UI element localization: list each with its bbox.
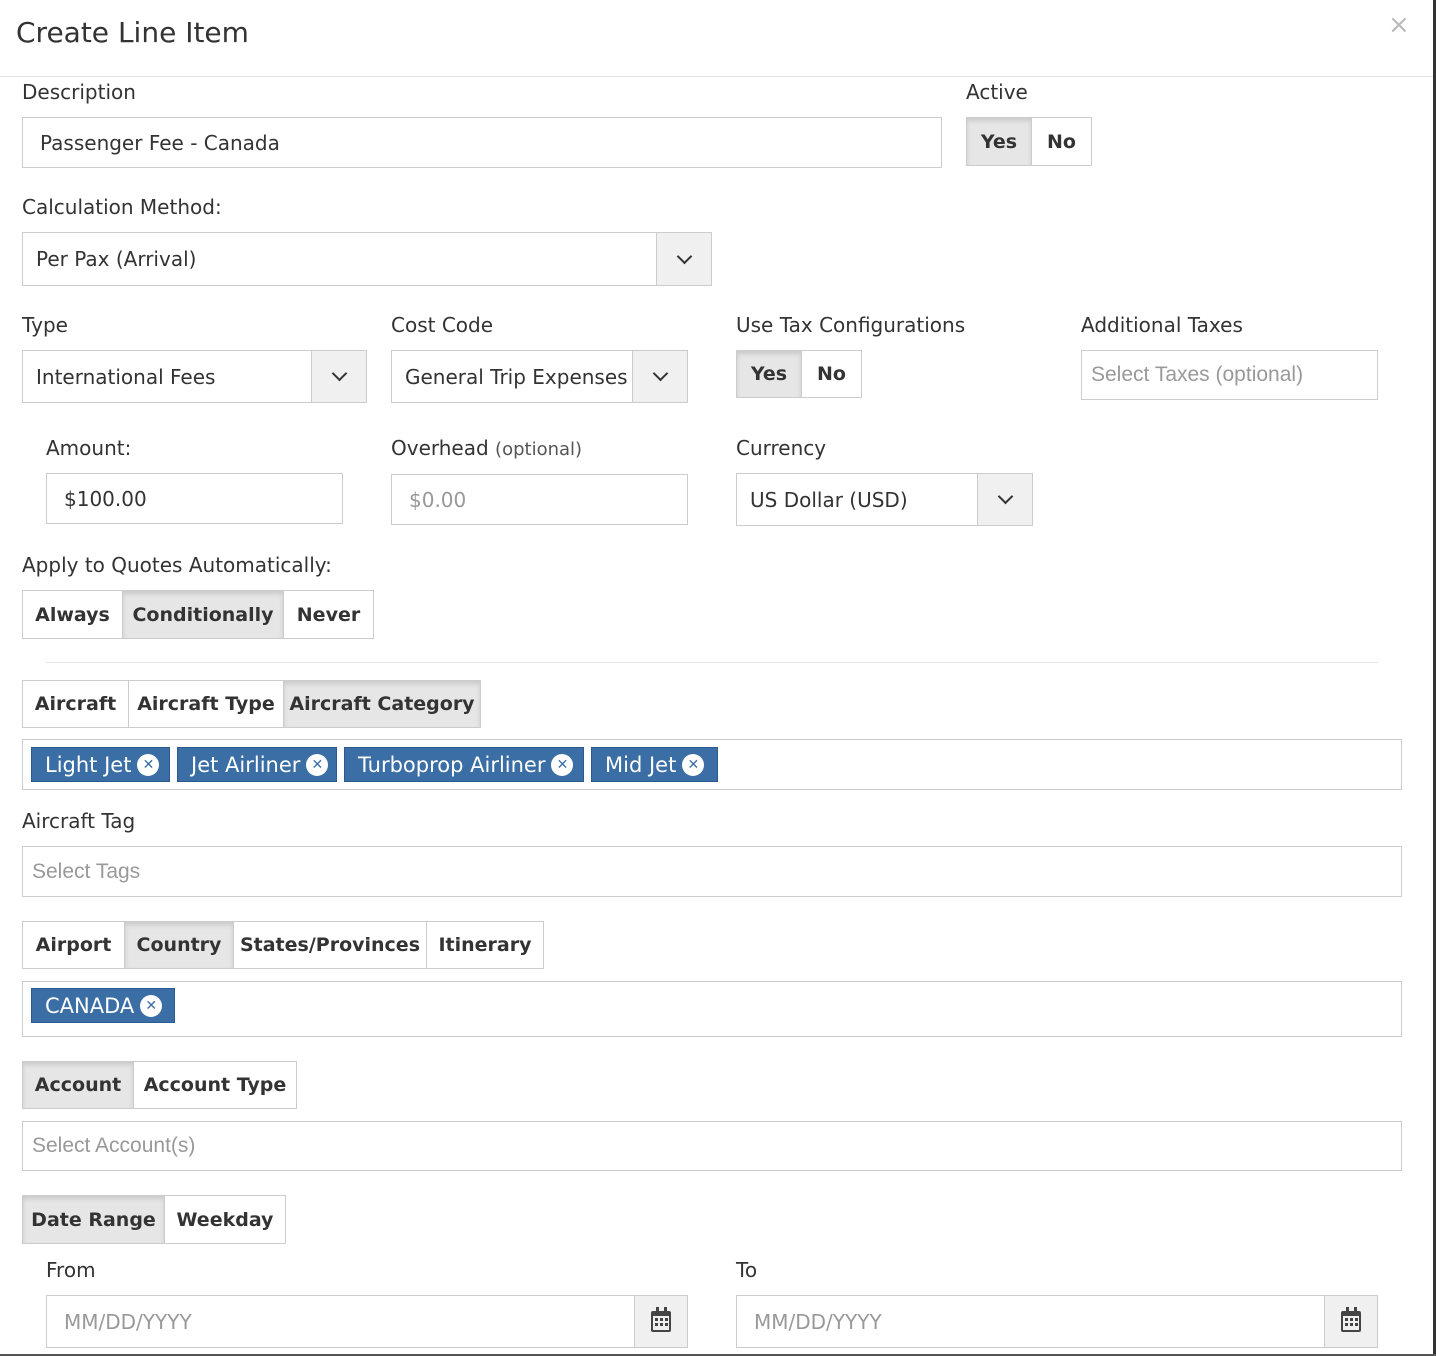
remove-tag-icon[interactable]: ✕ <box>551 753 574 776</box>
use-tax-label: Use Tax Configurations <box>736 313 966 337</box>
country-multiselect[interactable]: CANADA ✕ <box>22 981 1402 1037</box>
remove-tag-icon[interactable]: ✕ <box>682 753 705 776</box>
tab-aircraft-category[interactable]: Aircraft Category <box>284 681 480 727</box>
use-tax-yes-button[interactable]: Yes <box>737 351 802 397</box>
tab-itinerary[interactable]: Itinerary <box>427 922 543 968</box>
use-tax-no-button[interactable]: No <box>802 351 861 397</box>
type-select[interactable]: International Fees <box>22 350 367 403</box>
modal-title: Create Line Item <box>16 16 249 49</box>
type-value: International Fees <box>36 364 216 389</box>
cost-code-select[interactable]: General Trip Expenses <box>391 350 688 403</box>
tag-label: Jet Airliner <box>191 752 301 777</box>
apply-quotes-toggle: Always Conditionally Never <box>22 590 374 639</box>
chevron-down-icon[interactable] <box>977 474 1032 525</box>
tag-jet-airliner: Jet Airliner ✕ <box>177 747 337 782</box>
description-label: Description <box>22 80 136 104</box>
chevron-down-icon[interactable] <box>632 351 687 402</box>
currency-value: US Dollar (USD) <box>750 487 908 512</box>
tab-states-provinces[interactable]: States/Provinces <box>234 922 427 968</box>
amount-label: Amount: <box>46 436 132 460</box>
active-no-button[interactable]: No <box>1032 118 1091 165</box>
amount-input[interactable]: $100.00 <box>46 473 343 524</box>
tag-label: CANADA <box>45 993 135 1018</box>
aircraft-tag-input[interactable]: Select Tags <box>22 846 1402 897</box>
to-date-input[interactable]: MM/DD/YYYY <box>736 1295 1378 1348</box>
type-label: Type <box>22 313 68 337</box>
overhead-label: Overhead (optional) <box>391 436 582 460</box>
use-tax-toggle: Yes No <box>736 350 862 398</box>
date-filter-tabs: Date Range Weekday <box>22 1195 286 1244</box>
chevron-down-icon[interactable] <box>656 233 711 285</box>
tag-label: Mid Jet <box>605 752 677 777</box>
overhead-optional-text: (optional) <box>495 439 583 460</box>
tab-account[interactable]: Account <box>23 1062 134 1108</box>
location-filter-tabs: Airport Country States/Provinces Itinera… <box>22 921 544 969</box>
currency-label: Currency <box>736 436 827 460</box>
tab-country[interactable]: Country <box>125 922 234 968</box>
calculation-method-value: Per Pax (Arrival) <box>36 247 197 271</box>
active-yes-button[interactable]: Yes <box>967 118 1032 165</box>
apply-always-button[interactable]: Always <box>23 591 123 638</box>
apply-quotes-label: Apply to Quotes Automatically: <box>22 553 332 577</box>
tab-airport[interactable]: Airport <box>23 922 125 968</box>
close-icon[interactable]: × <box>1388 10 1410 40</box>
tab-account-type[interactable]: Account Type <box>134 1062 296 1108</box>
cost-code-label: Cost Code <box>391 313 494 337</box>
tab-weekday[interactable]: Weekday <box>165 1196 285 1243</box>
remove-tag-icon[interactable]: ✕ <box>306 753 329 776</box>
currency-select[interactable]: US Dollar (USD) <box>736 473 1033 526</box>
tag-label: Light Jet <box>45 752 132 777</box>
tag-turboprop-airliner: Turboprop Airliner ✕ <box>344 747 584 782</box>
tag-canada: CANADA ✕ <box>31 988 175 1023</box>
aircraft-category-multiselect[interactable]: Light Jet ✕ Jet Airliner ✕ Turboprop Airli… <box>22 739 1402 790</box>
tab-aircraft-type[interactable]: Aircraft Type <box>129 681 284 727</box>
chevron-down-icon[interactable] <box>311 351 366 402</box>
overhead-label-text: Overhead <box>391 436 489 460</box>
calculation-method-select[interactable]: Per Pax (Arrival) <box>22 232 712 286</box>
tab-date-range[interactable]: Date Range <box>23 1196 165 1243</box>
tag-mid-jet: Mid Jet ✕ <box>591 747 718 782</box>
divider <box>46 662 1378 663</box>
remove-tag-icon[interactable]: ✕ <box>140 994 163 1017</box>
from-date-placeholder: MM/DD/YYYY <box>64 1309 192 1334</box>
to-date-placeholder: MM/DD/YYYY <box>754 1309 882 1334</box>
additional-taxes-label: Additional Taxes <box>1081 313 1243 337</box>
account-input[interactable]: Select Account(s) <box>22 1121 1402 1171</box>
aircraft-tag-label: Aircraft Tag <box>22 809 136 833</box>
to-label: To <box>736 1258 758 1282</box>
apply-never-button[interactable]: Never <box>284 591 373 638</box>
from-date-input[interactable]: MM/DD/YYYY <box>46 1295 688 1348</box>
tag-light-jet: Light Jet ✕ <box>31 747 170 782</box>
tag-label: Turboprop Airliner <box>358 752 546 777</box>
modal-header: Create Line Item × <box>0 0 1434 77</box>
active-toggle: Yes No <box>966 117 1092 166</box>
overhead-input[interactable]: $0.00 <box>391 474 688 525</box>
additional-taxes-input[interactable]: Select Taxes (optional) <box>1081 350 1378 400</box>
remove-tag-icon[interactable]: ✕ <box>137 753 160 776</box>
tab-aircraft[interactable]: Aircraft <box>23 681 129 727</box>
account-filter-tabs: Account Account Type <box>22 1061 297 1109</box>
description-input[interactable]: Passenger Fee - Canada <box>22 117 942 168</box>
active-label: Active <box>966 80 1028 104</box>
from-label: From <box>46 1258 96 1282</box>
aircraft-filter-tabs: Aircraft Aircraft Type Aircraft Category <box>22 680 481 728</box>
calculation-method-label: Calculation Method: <box>22 195 222 219</box>
cost-code-value: General Trip Expenses <box>405 364 628 389</box>
apply-conditionally-button[interactable]: Conditionally <box>123 591 284 638</box>
calendar-icon[interactable] <box>1324 1296 1377 1347</box>
calendar-icon[interactable] <box>634 1296 687 1347</box>
